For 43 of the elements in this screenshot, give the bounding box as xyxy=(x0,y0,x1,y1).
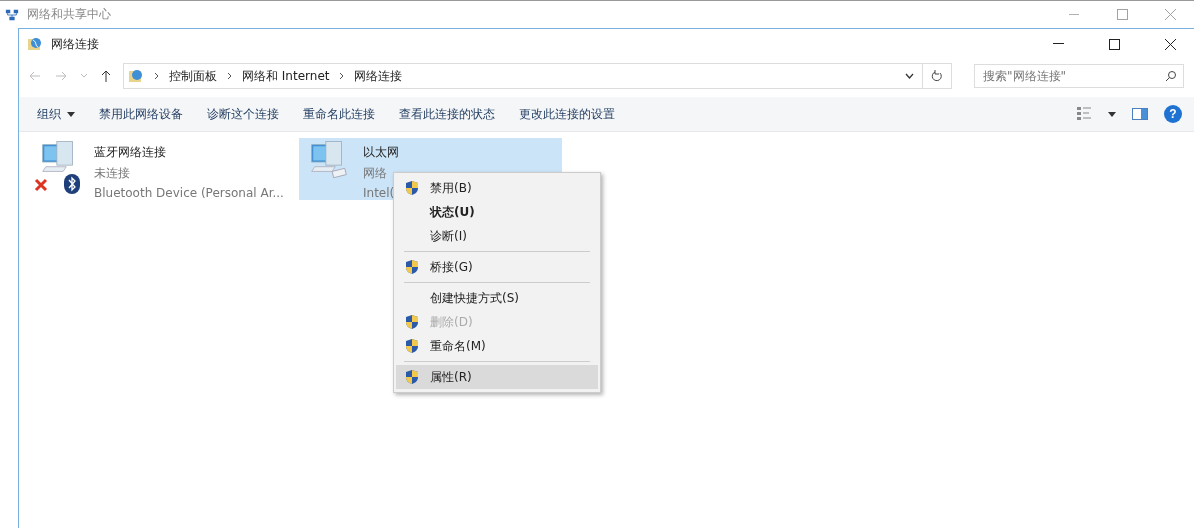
help-button[interactable]: ? xyxy=(1164,105,1182,123)
breadcrumb-item[interactable]: 网络和 Internet xyxy=(242,67,330,85)
toolbar-button[interactable]: 重命名此连接 xyxy=(291,101,387,127)
caret-icon[interactable] xyxy=(905,73,914,79)
view-options-icon[interactable] xyxy=(1076,106,1092,122)
menu-item[interactable]: 桥接(G) xyxy=(396,255,598,279)
connection-name: 蓝牙网络连接 xyxy=(94,144,167,161)
cross-icon xyxy=(34,178,48,192)
preview-pane-icon[interactable] xyxy=(1132,108,1148,120)
menu-item[interactable]: 属性(R) xyxy=(396,365,598,389)
menu-item[interactable]: 诊断(I) xyxy=(396,224,598,248)
window-title: 网络连接 xyxy=(51,35,99,53)
toolbar-button[interactable]: 更改此连接的设置 xyxy=(507,101,627,127)
connection-status: 网络 xyxy=(363,165,388,182)
chevron-icon[interactable] xyxy=(154,72,159,80)
search-field[interactable]: 搜索"网络连接" xyxy=(974,64,1184,88)
refresh-icon[interactable] xyxy=(931,70,943,82)
connection-name: 以太网 xyxy=(363,144,399,161)
caret-icon[interactable] xyxy=(1108,111,1116,117)
network-icon xyxy=(5,7,19,22)
maximize-icon[interactable] xyxy=(1108,38,1120,50)
menu-item[interactable]: 状态(U) xyxy=(396,200,598,224)
organize-menu-button[interactable]: 组织 xyxy=(25,101,87,127)
close-icon[interactable] xyxy=(1164,38,1176,50)
window-title: 网络和共享中心 xyxy=(27,6,111,23)
connection-item[interactable]: 蓝牙网络连接 未连接 Bluetooth Device (Personal Ar... xyxy=(30,138,293,200)
menu-item[interactable]: 重命名(M) xyxy=(396,334,598,358)
search-icon xyxy=(1165,70,1177,82)
address-bar[interactable]: 控制面板 网络和 Internet 网络连接 xyxy=(123,63,923,89)
device-name: Intel( xyxy=(363,186,396,200)
menu-item[interactable]: 创建快捷方式(S) xyxy=(396,286,598,310)
toolbar-button[interactable]: 诊断这个连接 xyxy=(195,101,291,127)
minimize-icon[interactable] xyxy=(1052,43,1064,45)
caret-icon xyxy=(67,111,75,117)
chevron-icon[interactable] xyxy=(227,72,232,80)
breadcrumb-item[interactable]: 网络连接 xyxy=(354,67,403,85)
toolbar-button[interactable]: 禁用此网络设备 xyxy=(87,101,195,127)
connection-status: 未连接 xyxy=(94,165,131,182)
toolbar-button[interactable]: 查看此连接的状态 xyxy=(387,101,507,127)
device-name: Bluetooth Device (Personal Ar... xyxy=(94,186,284,200)
chevron-icon[interactable] xyxy=(339,72,345,80)
up-arrow-icon[interactable] xyxy=(101,70,111,82)
breadcrumb-item[interactable]: 控制面板 xyxy=(169,67,217,85)
